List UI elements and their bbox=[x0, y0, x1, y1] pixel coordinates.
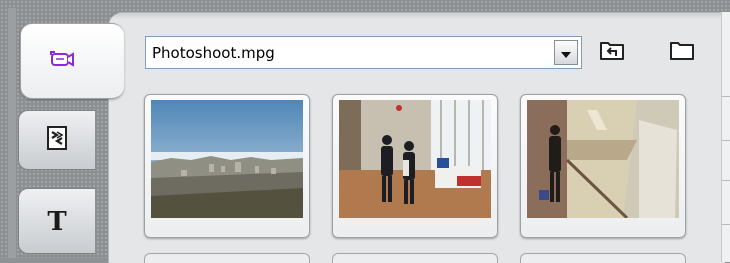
thumbnail-card[interactable] bbox=[520, 253, 686, 263]
thumbnail-stairway-person bbox=[527, 100, 679, 218]
thumbnail-card[interactable] bbox=[144, 94, 310, 238]
chevron-down-icon bbox=[561, 43, 571, 62]
thumbnail-city-skyline bbox=[151, 100, 303, 218]
thumbnail-card[interactable] bbox=[520, 94, 686, 238]
dropdown-button[interactable] bbox=[554, 40, 578, 65]
video-camera-icon bbox=[47, 48, 75, 74]
thumbnail-card[interactable] bbox=[332, 253, 498, 263]
file-select-value: Photoshoot.mpg bbox=[152, 43, 275, 62]
tab-transitions[interactable] bbox=[18, 110, 95, 170]
thumbnail-card[interactable] bbox=[144, 253, 310, 263]
tab-video[interactable] bbox=[20, 23, 124, 99]
folder-up-icon bbox=[599, 39, 625, 65]
title-text-icon: T bbox=[47, 207, 67, 237]
transitions-icon bbox=[46, 125, 68, 155]
folder-icon bbox=[669, 39, 695, 65]
folder-up-button[interactable] bbox=[597, 37, 627, 67]
folder-button[interactable] bbox=[667, 37, 697, 67]
thumbnail-office-people bbox=[339, 100, 491, 218]
file-select-dropdown[interactable]: Photoshoot.mpg bbox=[145, 36, 582, 69]
right-rail bbox=[721, 12, 730, 262]
tab-titles[interactable]: T bbox=[18, 188, 95, 254]
thumbnail-card[interactable] bbox=[332, 94, 498, 238]
tab-column-edge bbox=[8, 8, 16, 258]
